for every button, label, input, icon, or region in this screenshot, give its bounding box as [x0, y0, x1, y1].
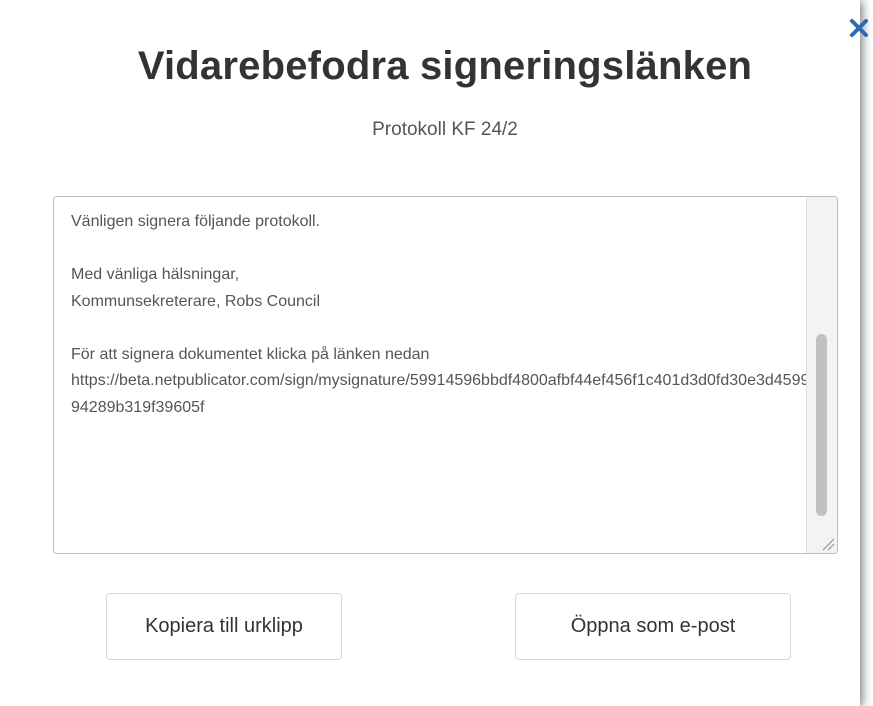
- close-button[interactable]: [848, 17, 870, 39]
- copy-to-clipboard-button[interactable]: Kopiera till urklipp: [106, 593, 342, 660]
- resize-handle-icon[interactable]: [821, 537, 835, 551]
- close-icon: [850, 19, 868, 37]
- dialog-subtitle: Protokoll KF 24/2: [372, 119, 518, 140]
- scrollbar[interactable]: [806, 197, 837, 553]
- dialog-title: Vidarebefodra signeringslänken: [137, 44, 753, 88]
- scrollbar-thumb[interactable]: [816, 334, 827, 516]
- message-text[interactable]: Vänligen signera följande protokoll. Med…: [71, 209, 811, 421]
- forward-signing-link-dialog: Vidarebefodra signeringslänken Protokoll…: [0, 0, 868, 706]
- open-as-email-button[interactable]: Öppna som e-post: [515, 593, 791, 660]
- message-textarea[interactable]: Vänligen signera följande protokoll. Med…: [53, 196, 838, 554]
